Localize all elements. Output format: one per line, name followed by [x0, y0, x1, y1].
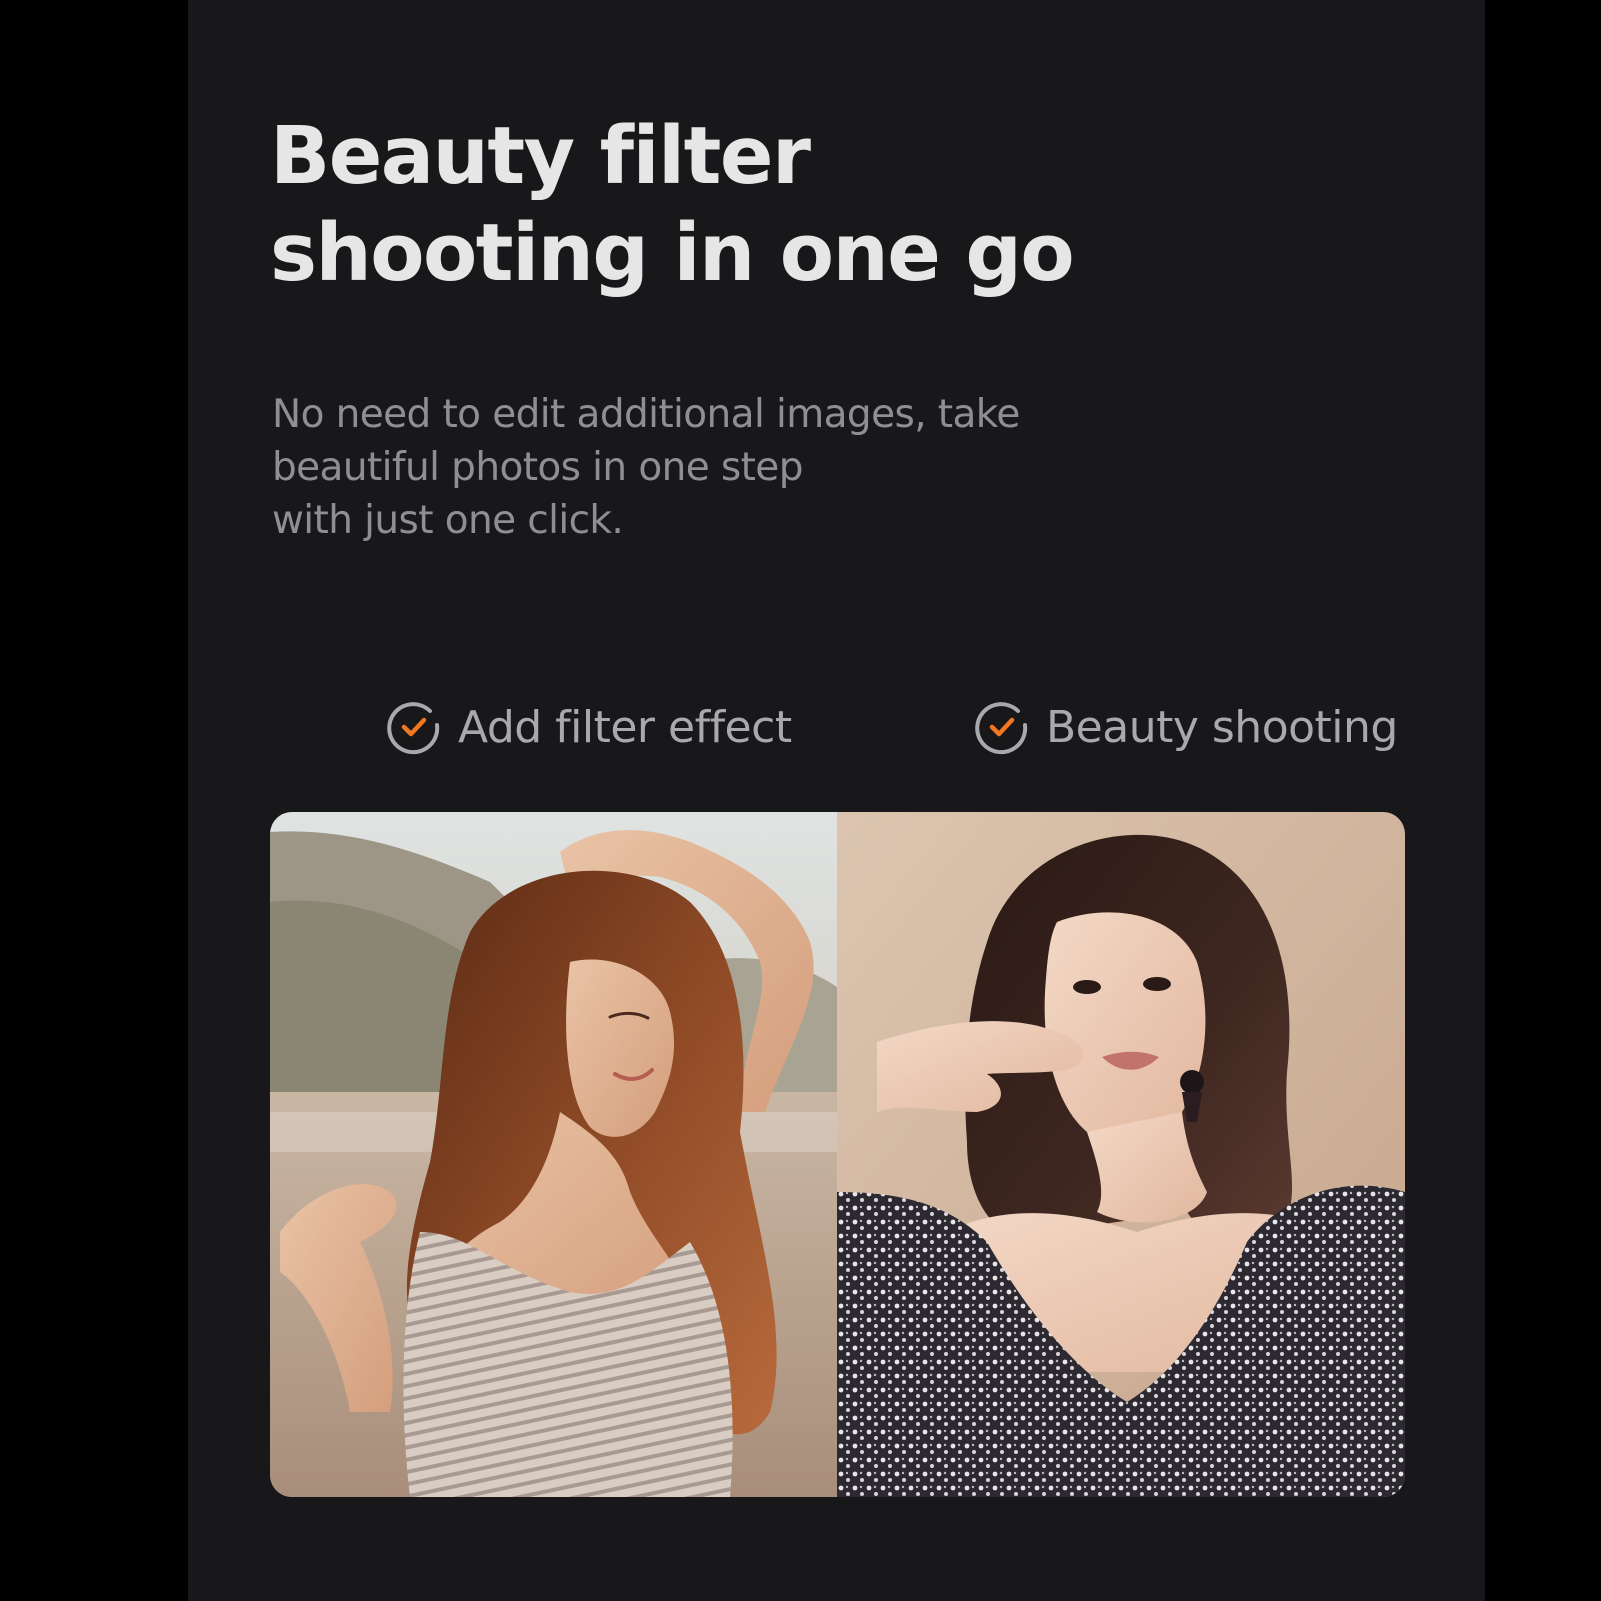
description-line-2: beautiful photos in one step [272, 445, 803, 490]
check-circle-icon [387, 702, 440, 755]
photo-comparison [270, 812, 1405, 1497]
filter-effect-photo [270, 812, 837, 1497]
feature-beauty-shooting: Beauty shooting [974, 694, 1398, 760]
feature-add-filter-effect: Add filter effect [386, 694, 792, 760]
beauty-shooting-photo [837, 812, 1405, 1497]
title-line-1: Beauty filter [270, 110, 811, 202]
title-line-2: shooting in one go [270, 207, 1075, 299]
description-line-3: with just one click. [272, 498, 624, 543]
feature-label: Add filter effect [458, 701, 792, 753]
feature-label: Beauty shooting [1046, 701, 1398, 753]
check-circle-icon [975, 702, 1028, 755]
page-title: Beauty filter shooting in one go [270, 108, 1075, 302]
description-line-1: No need to edit additional images, take [272, 392, 1020, 437]
description: No need to edit additional images, take … [272, 388, 1020, 547]
